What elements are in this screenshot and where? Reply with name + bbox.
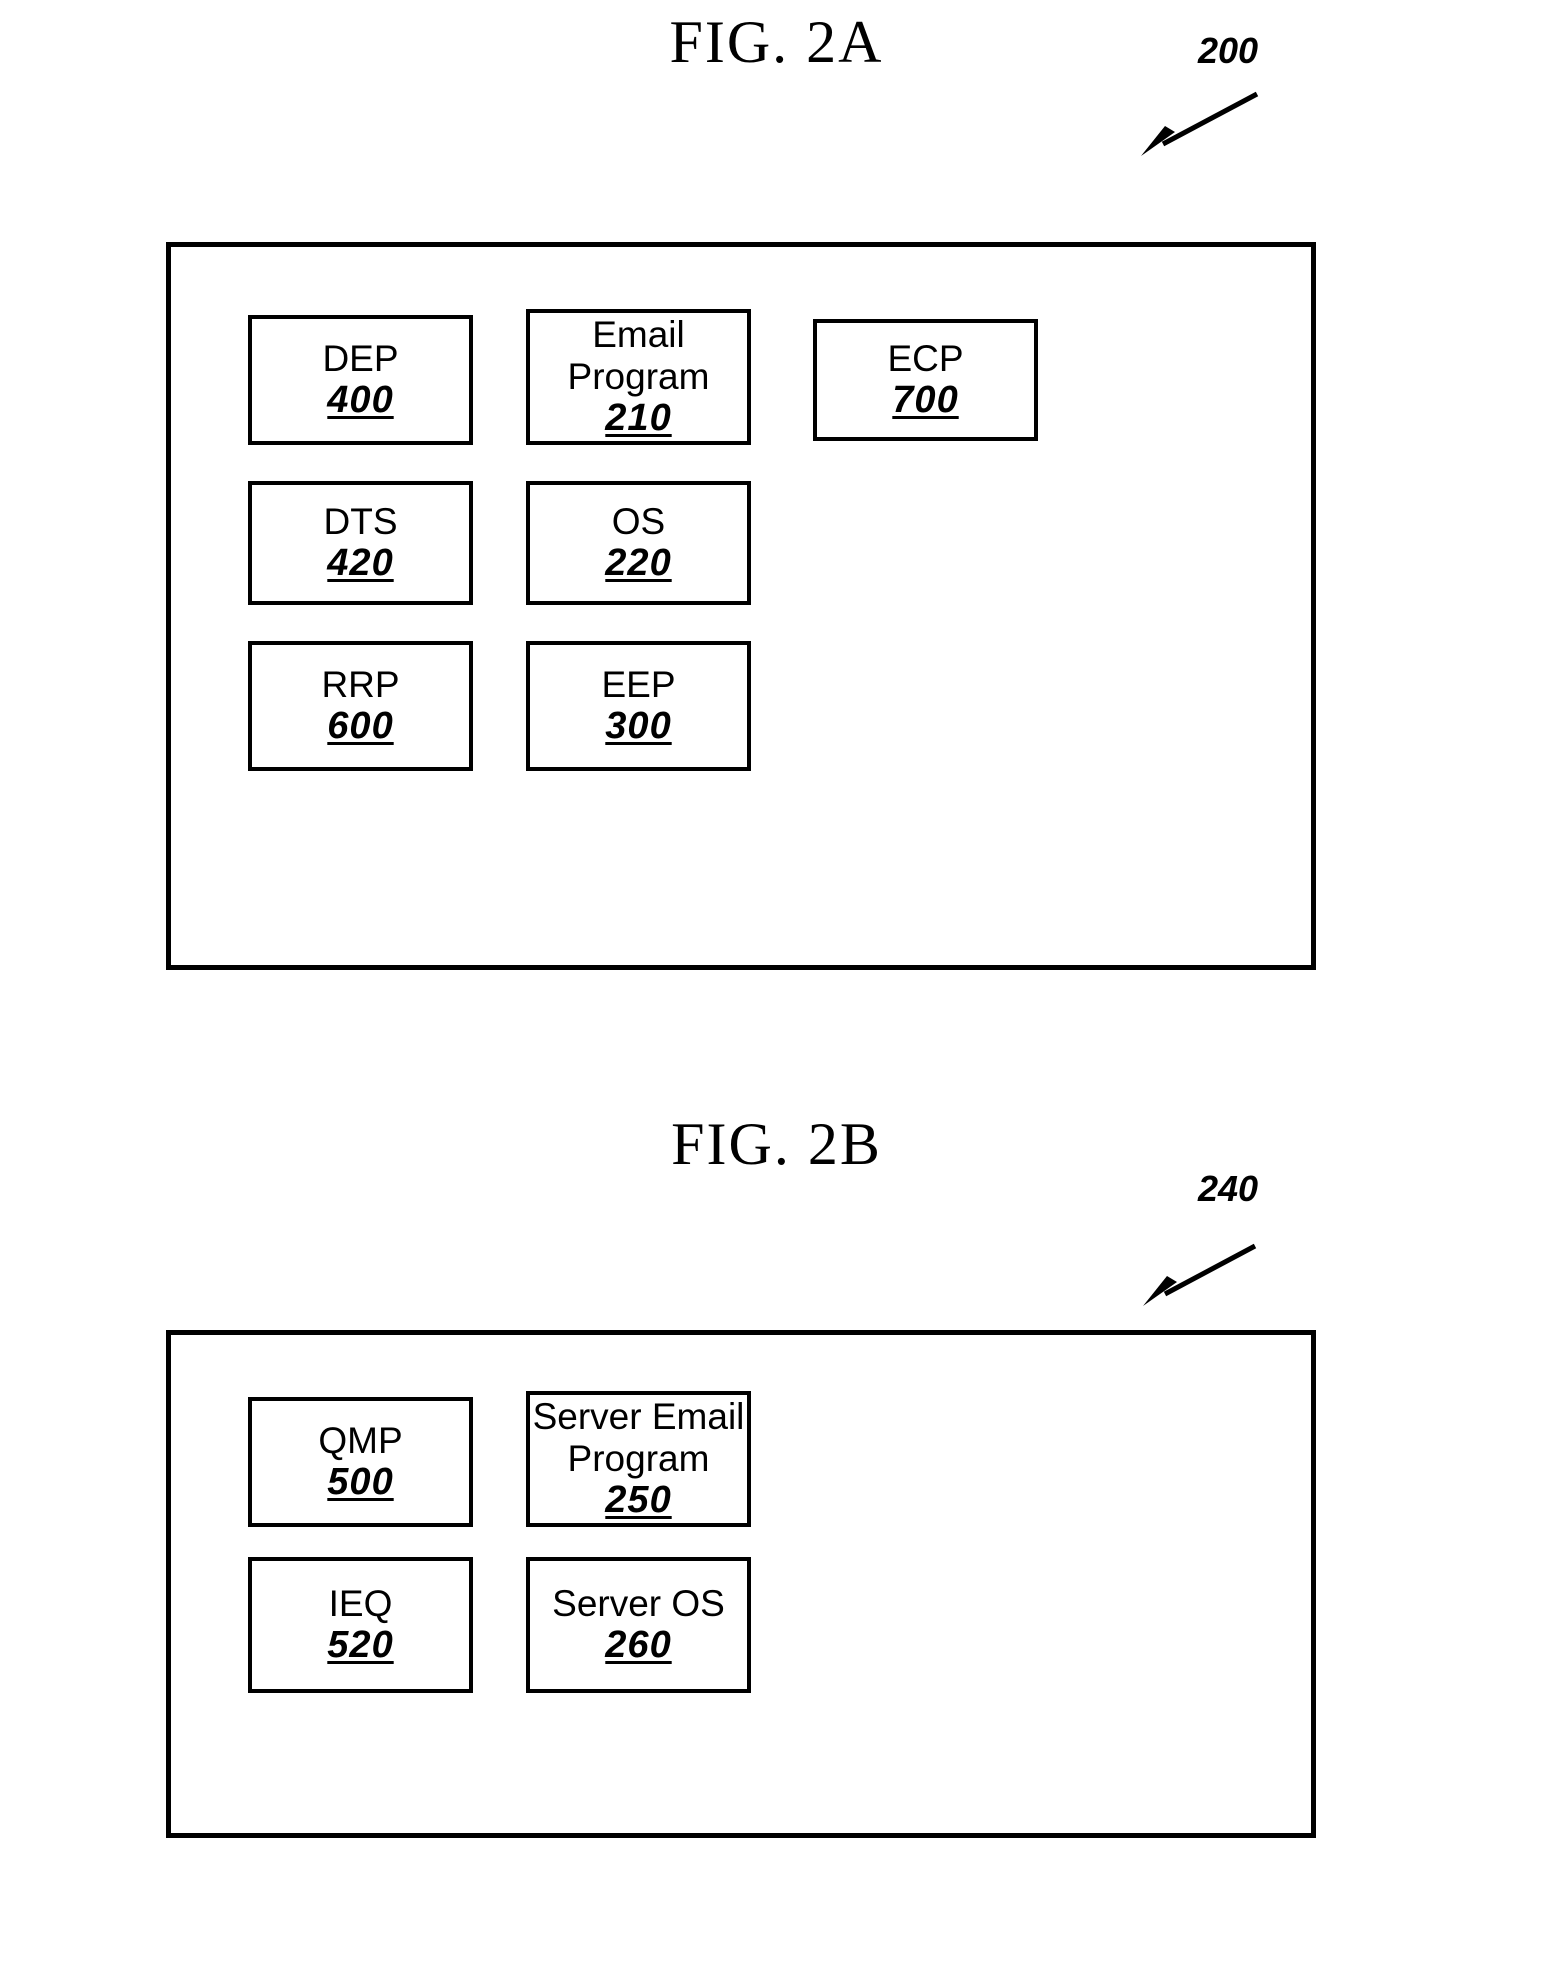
component-ref-email-program: 210 xyxy=(605,397,672,440)
leader-arrow-icon xyxy=(1141,91,1259,156)
component-ref-ecp: 700 xyxy=(892,379,959,422)
component-ref-server-email-program: 250 xyxy=(605,1479,672,1522)
leader-arrow-icon xyxy=(1143,1243,1257,1306)
figure-title-2a: FIG. 2A xyxy=(669,9,884,75)
component-label-rrp: RRP xyxy=(321,664,400,705)
client-system-container: DEP 400 Email Program 210 ECP 700 DTS 42… xyxy=(166,242,1316,970)
component-ref-ieq: 520 xyxy=(327,1624,394,1667)
component-ref-server-os: 260 xyxy=(605,1624,672,1667)
component-box-rrp[interactable]: RRP 600 xyxy=(248,641,473,771)
component-ref-rrp: 600 xyxy=(327,705,394,748)
component-box-server-email-program[interactable]: Server Email Program 250 xyxy=(526,1391,751,1527)
component-label-server-email-program: Server Email Program xyxy=(532,1396,745,1479)
component-label-ieq: IEQ xyxy=(328,1583,393,1624)
component-label-qmp: QMP xyxy=(318,1420,403,1461)
server-system-container: QMP 500 Server Email Program 250 IEQ 520… xyxy=(166,1330,1316,1838)
component-ref-qmp: 500 xyxy=(327,1461,394,1504)
component-box-eep[interactable]: EEP 300 xyxy=(526,641,751,771)
component-label-os: OS xyxy=(611,501,666,542)
figure-title-2b: FIG. 2B xyxy=(671,1111,882,1177)
component-ref-eep: 300 xyxy=(605,705,672,748)
component-box-ieq[interactable]: IEQ 520 xyxy=(248,1557,473,1693)
component-label-email-program: Email Program xyxy=(567,314,710,397)
component-box-dep[interactable]: DEP 400 xyxy=(248,315,473,445)
component-box-ecp[interactable]: ECP 700 xyxy=(813,319,1038,441)
component-ref-dts: 420 xyxy=(327,542,394,585)
figure-reference-number-200: 200 xyxy=(1198,30,1259,71)
component-label-dep: DEP xyxy=(322,338,399,379)
component-box-dts[interactable]: DTS 420 xyxy=(248,481,473,605)
component-ref-dep: 400 xyxy=(327,379,394,422)
component-label-ecp: ECP xyxy=(887,338,964,379)
component-label-server-os: Server OS xyxy=(552,1583,725,1624)
component-box-qmp[interactable]: QMP 500 xyxy=(248,1397,473,1527)
component-label-eep: EEP xyxy=(601,664,676,705)
component-box-server-os[interactable]: Server OS 260 xyxy=(526,1557,751,1693)
component-box-email-program[interactable]: Email Program 210 xyxy=(526,309,751,445)
component-label-dts: DTS xyxy=(323,501,398,542)
component-ref-os: 220 xyxy=(605,542,672,585)
component-box-os[interactable]: OS 220 xyxy=(526,481,751,605)
